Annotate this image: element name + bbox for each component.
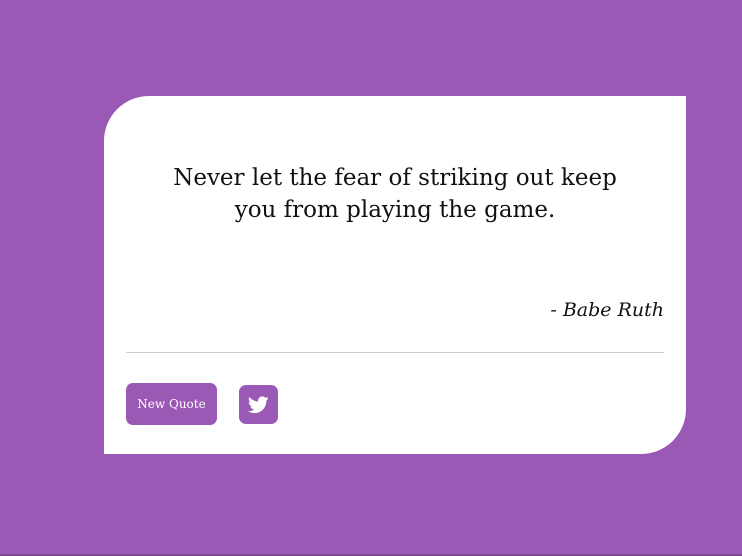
quote-author: - Babe Ruth — [550, 299, 664, 321]
twitter-icon — [248, 395, 269, 413]
new-quote-button[interactable]: New Quote — [126, 383, 217, 425]
quote-card: Never let the fear of striking out keep … — [104, 96, 686, 454]
quote-text: Never let the fear of striking out keep … — [173, 165, 617, 223]
divider — [126, 352, 664, 353]
tweet-button[interactable] — [239, 385, 278, 424]
